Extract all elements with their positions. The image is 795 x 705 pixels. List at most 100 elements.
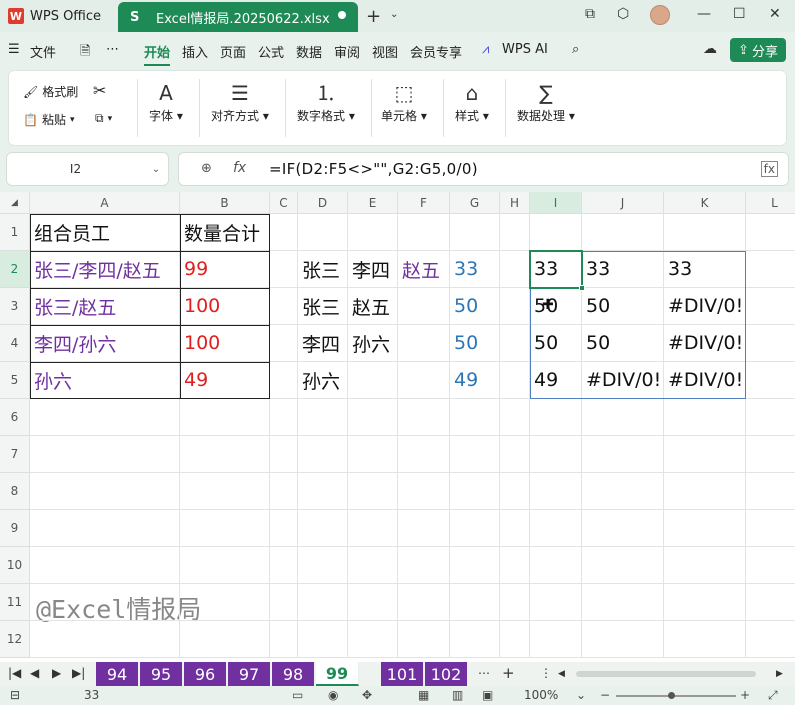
cell-f11[interactable] xyxy=(398,584,450,621)
cell-a11[interactable] xyxy=(30,584,180,621)
sheet-tab-101[interactable]: 101 xyxy=(381,662,424,686)
cell-j1[interactable] xyxy=(582,214,664,251)
cell-k10[interactable] xyxy=(664,547,746,584)
cell-d3[interactable]: 张三 xyxy=(298,288,348,325)
menu-member[interactable]: 会员专享 xyxy=(410,42,462,61)
sheet-menu-icon[interactable]: ⋮ xyxy=(540,666,552,680)
sheet-tab-97[interactable]: 97 xyxy=(228,662,271,686)
copy-button[interactable]: ⧉ ▾ xyxy=(95,111,112,126)
cell-j11[interactable] xyxy=(582,584,664,621)
cell-k11[interactable] xyxy=(664,584,746,621)
cell-g7[interactable] xyxy=(450,436,500,473)
cell-d9[interactable] xyxy=(298,510,348,547)
cell-group-button[interactable]: ⬚ 单元格 ▾ xyxy=(381,79,427,124)
row-header-2[interactable]: 2 xyxy=(0,251,30,288)
cell-l11[interactable] xyxy=(746,584,795,621)
cell-b9[interactable] xyxy=(180,510,270,547)
cell-f6[interactable] xyxy=(398,399,450,436)
column-header-i[interactable]: I xyxy=(530,192,582,214)
menu-page[interactable]: 页面 xyxy=(220,42,246,61)
row-header-6[interactable]: 6 xyxy=(0,399,30,436)
cell-j7[interactable] xyxy=(582,436,664,473)
menu-view[interactable]: 视图 xyxy=(372,42,398,61)
cell-d2[interactable]: 张三 xyxy=(298,251,348,288)
window-restore-icon[interactable]: ⧉ xyxy=(585,6,595,22)
row-header-5[interactable]: 5 xyxy=(0,362,30,399)
column-header-f[interactable]: F xyxy=(398,192,450,214)
cell-e3[interactable]: 赵五 xyxy=(348,288,398,325)
cell-c6[interactable] xyxy=(270,399,298,436)
cell-g8[interactable] xyxy=(450,473,500,510)
cell-c11[interactable] xyxy=(270,584,298,621)
cell-l1[interactable] xyxy=(746,214,795,251)
cell-h5[interactable] xyxy=(500,362,530,399)
minimize-icon[interactable]: — xyxy=(697,6,711,22)
cell-c12[interactable] xyxy=(270,621,298,658)
number-format-button[interactable]: ⒈ 数字格式 ▾ xyxy=(297,79,355,124)
cell-e8[interactable] xyxy=(348,473,398,510)
cell-l2[interactable] xyxy=(746,251,795,288)
cell-l12[interactable] xyxy=(746,621,795,658)
cell-j6[interactable] xyxy=(582,399,664,436)
cell-b7[interactable] xyxy=(180,436,270,473)
cell-j12[interactable] xyxy=(582,621,664,658)
cell-a6[interactable] xyxy=(30,399,180,436)
name-box[interactable]: I2 ⌄ xyxy=(6,152,169,186)
cell-k1[interactable] xyxy=(664,214,746,251)
column-header-k[interactable]: K xyxy=(664,192,746,214)
cell-e10[interactable] xyxy=(348,547,398,584)
cell-d1[interactable] xyxy=(298,214,348,251)
sheet-tab-99[interactable]: 99 xyxy=(316,662,359,686)
row-header-12[interactable]: 12 xyxy=(0,621,30,658)
cell-d5[interactable]: 孙六 xyxy=(298,362,348,399)
zoom-level[interactable]: 100% xyxy=(524,688,558,702)
cell-g5[interactable]: 49 xyxy=(450,362,500,399)
cell-a1[interactable]: 组合员工 xyxy=(30,214,180,251)
cell-a4[interactable]: 李四/孙六 xyxy=(30,325,180,362)
cell-k2[interactable]: 33 xyxy=(664,251,746,288)
cell-c2[interactable] xyxy=(270,251,298,288)
more-sheets-icon[interactable]: ⋯ xyxy=(478,666,490,680)
menu-wps-ai[interactable]: WPS AI xyxy=(502,42,548,57)
column-header-e[interactable]: E xyxy=(348,192,398,214)
cell-c1[interactable] xyxy=(270,214,298,251)
cell-k9[interactable] xyxy=(664,510,746,547)
cell-e12[interactable] xyxy=(348,621,398,658)
column-header-c[interactable]: C xyxy=(270,192,298,214)
fit-screen-icon[interactable]: ⤢ xyxy=(768,688,778,703)
cell-h10[interactable] xyxy=(500,547,530,584)
cell-b12[interactable] xyxy=(180,621,270,658)
cell-j2[interactable]: 33 xyxy=(582,251,664,288)
cell-l8[interactable] xyxy=(746,473,795,510)
sheet-tab-102[interactable]: 102 xyxy=(425,662,468,686)
cell-l4[interactable] xyxy=(746,325,795,362)
cell-f12[interactable] xyxy=(398,621,450,658)
cell-g9[interactable] xyxy=(450,510,500,547)
row-header-11[interactable]: 11 xyxy=(0,584,30,621)
cell-g11[interactable] xyxy=(450,584,500,621)
page-layout-icon[interactable]: ▥ xyxy=(452,688,463,702)
row-header-9[interactable]: 9 xyxy=(0,510,30,547)
chevron-down-icon[interactable]: ⌄ xyxy=(390,9,398,20)
cell-j9[interactable] xyxy=(582,510,664,547)
cell-d8[interactable] xyxy=(298,473,348,510)
cell-j8[interactable] xyxy=(582,473,664,510)
sheet-tab-95[interactable]: 95 xyxy=(140,662,183,686)
format-painter-button[interactable]: 🖌 格式刷 xyxy=(23,83,78,100)
cell-i9[interactable] xyxy=(530,510,582,547)
zoom-out-icon[interactable]: − xyxy=(600,688,610,702)
maximize-icon[interactable]: ☐ xyxy=(733,6,746,22)
cell-e7[interactable] xyxy=(348,436,398,473)
add-sheet-icon[interactable]: + xyxy=(502,664,515,682)
menu-file[interactable]: 文件 xyxy=(30,42,56,61)
cell-l7[interactable] xyxy=(746,436,795,473)
cell-l5[interactable] xyxy=(746,362,795,399)
cell-g12[interactable] xyxy=(450,621,500,658)
prev-sheet-icon[interactable]: ◀ xyxy=(30,666,39,680)
cell-k6[interactable] xyxy=(664,399,746,436)
cell-h3[interactable] xyxy=(500,288,530,325)
page-break-icon[interactable]: ▣ xyxy=(482,688,493,702)
cell-a7[interactable] xyxy=(30,436,180,473)
cell-b4[interactable]: 100 xyxy=(180,325,270,362)
cell-k4[interactable]: #DIV/0! xyxy=(664,325,746,362)
